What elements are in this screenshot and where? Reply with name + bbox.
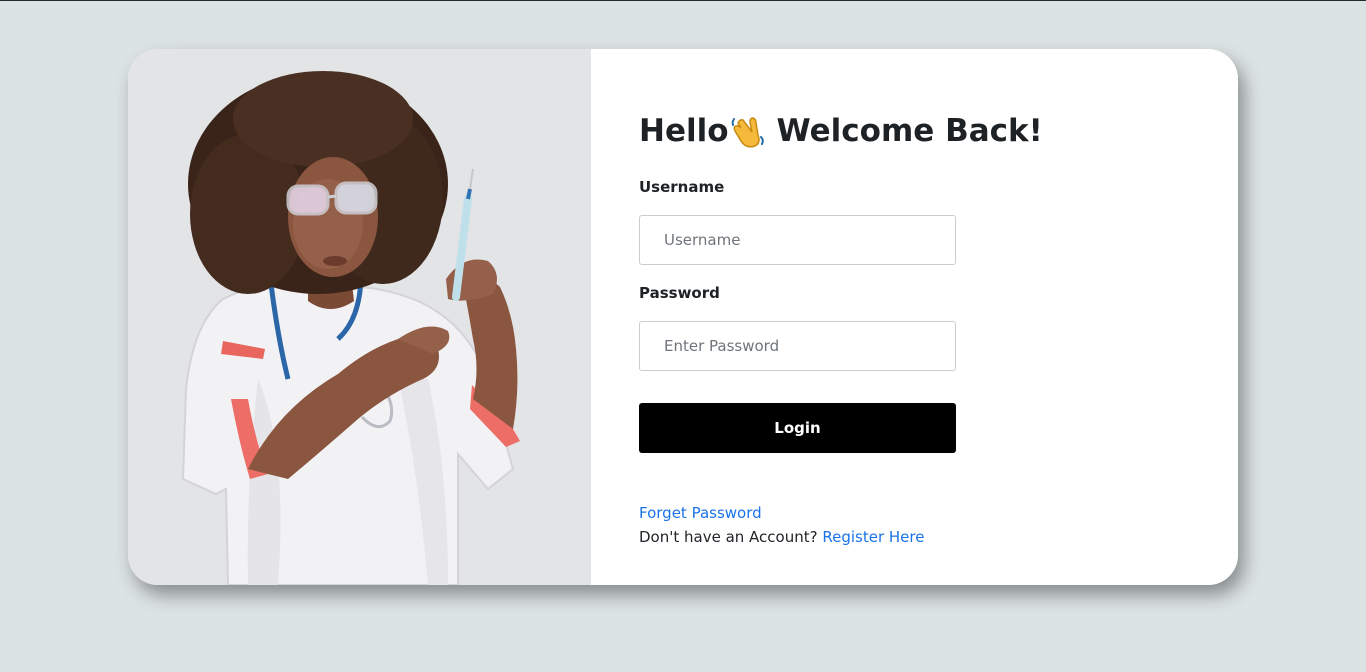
top-border-line bbox=[0, 0, 1366, 1]
title-hello: Hello bbox=[639, 113, 729, 149]
login-button[interactable]: Login bbox=[639, 403, 956, 453]
no-account-text: Don't have an Account? bbox=[639, 528, 818, 546]
waving-hand-icon bbox=[731, 117, 764, 148]
register-link[interactable]: Register Here bbox=[822, 528, 924, 546]
forget-password-link[interactable]: Forget Password bbox=[639, 504, 762, 522]
username-input[interactable] bbox=[639, 215, 956, 265]
title-welcome-back: Welcome Back! bbox=[776, 113, 1043, 149]
doctor-illustration bbox=[128, 49, 591, 585]
register-prompt: Don't have an Account? Register Here bbox=[639, 528, 924, 546]
password-input[interactable] bbox=[639, 321, 956, 371]
page-title: Hello Welcome Back! bbox=[639, 113, 1043, 149]
doctor-photo bbox=[128, 49, 591, 585]
password-label: Password bbox=[639, 284, 720, 302]
username-label: Username bbox=[639, 178, 725, 196]
login-form-panel: Hello Welcome Back! Username Password Lo… bbox=[591, 49, 1238, 585]
login-card: Hello Welcome Back! Username Password Lo… bbox=[128, 49, 1238, 585]
